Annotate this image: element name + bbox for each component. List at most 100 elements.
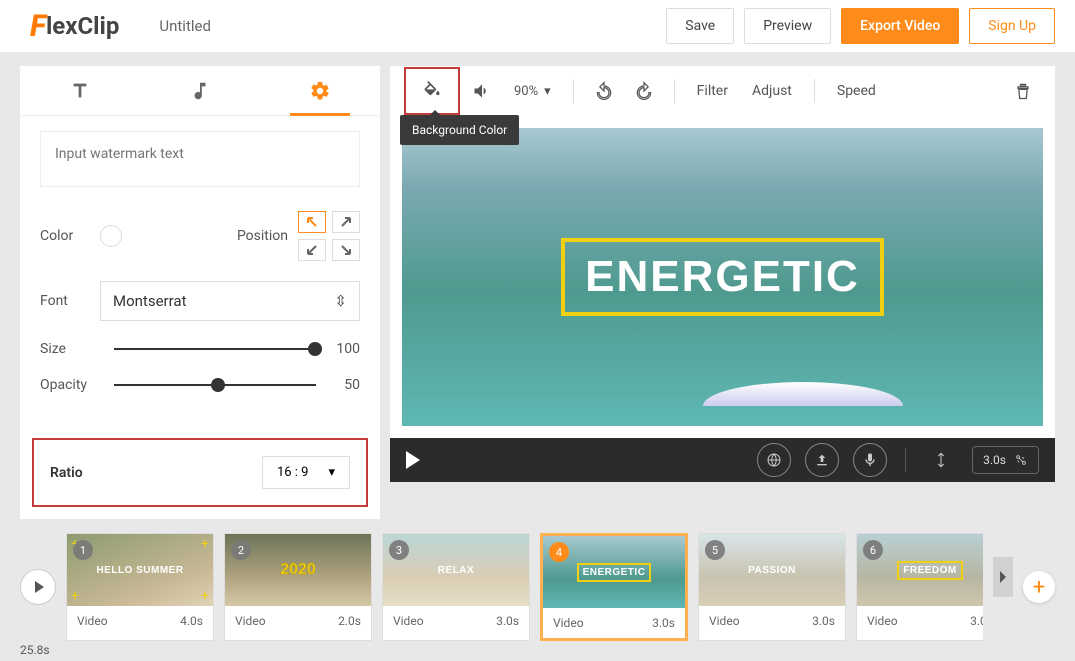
left-panel: Color Position Font Montserrat ⇳ Size 100 <box>20 66 380 519</box>
clip-type: Video <box>553 616 584 630</box>
settings-panel: Color Position Font Montserrat ⇳ Size 100 <box>20 116 380 408</box>
font-label: Font <box>40 293 100 309</box>
clips-container: 1HELLO SUMMER Video4.0s 22020 Video2.0s … <box>66 533 983 641</box>
total-duration: 25.8s <box>20 643 50 657</box>
position-bottom-left[interactable] <box>298 239 326 261</box>
tooltip: Background Color <box>400 115 519 145</box>
clip-number: 3 <box>389 540 409 560</box>
clip-type: Video <box>709 614 740 628</box>
clip-duration: 4.0s <box>180 614 203 628</box>
add-clip-button[interactable]: + <box>1023 571 1055 603</box>
position-top-right[interactable] <box>332 211 360 233</box>
preview-button[interactable]: Preview <box>744 8 831 44</box>
tab-bar <box>20 66 380 116</box>
play-button[interactable] <box>406 451 420 469</box>
redo-button[interactable] <box>626 73 662 109</box>
clip-number: 4 <box>549 542 569 562</box>
clip-3[interactable]: 3 RELAX Video 3.0s <box>382 533 530 641</box>
ratio-label: Ratio <box>50 465 83 481</box>
text-overlay[interactable]: ENERGETIC <box>561 238 884 316</box>
duration-value: 3.0s <box>983 453 1006 467</box>
color-label: Color <box>40 228 100 244</box>
clips-next-button[interactable] <box>993 557 1013 597</box>
clip-duration: 3.0s <box>496 614 519 628</box>
clip-duration: 2.0s <box>338 614 361 628</box>
export-button[interactable]: Export Video <box>841 8 959 44</box>
caret-down-icon: ▾ <box>544 84 551 99</box>
divider <box>674 79 675 103</box>
position-label: Position <box>237 228 288 244</box>
clip-2[interactable]: 2 2020 Video 2.0s <box>224 533 372 641</box>
project-title[interactable]: Untitled <box>159 17 211 35</box>
web-icon[interactable] <box>757 443 791 477</box>
clip-number: 2 <box>231 540 251 560</box>
clip-type: Video <box>393 614 424 628</box>
clip-5[interactable]: 5 PASSION Video 3.0s <box>698 533 846 641</box>
size-value: 100 <box>330 341 360 357</box>
tab-music[interactable] <box>140 66 260 115</box>
adjust-button[interactable]: Adjust <box>742 83 802 99</box>
font-select[interactable]: Montserrat ⇳ <box>100 281 360 321</box>
select-caret-icon: ⇳ <box>334 292 347 310</box>
position-bottom-right[interactable] <box>332 239 360 261</box>
ratio-section: Ratio 16 : 9 ▾ <box>32 438 368 507</box>
header-actions: Save Preview Export Video Sign Up <box>666 8 1055 44</box>
clip-duration: 3.0s <box>652 616 675 630</box>
clip-4[interactable]: 4 ENERGETIC Video 3.0s <box>540 533 688 641</box>
opacity-slider[interactable] <box>114 384 316 386</box>
tab-settings[interactable] <box>260 66 380 115</box>
undo-button[interactable] <box>586 73 622 109</box>
duration-button[interactable]: 3.0s <box>972 446 1039 474</box>
clip-duration: 3.0s <box>812 614 835 628</box>
split-icon[interactable] <box>924 443 958 477</box>
clip-title: PASSION <box>748 565 796 576</box>
clip-type: Video <box>235 614 266 628</box>
zoom-value: 90% <box>514 84 538 99</box>
clip-number: 5 <box>705 540 725 560</box>
clip-title: HELLO SUMMER <box>96 565 183 576</box>
clip-type: Video <box>77 614 108 628</box>
caret-down-icon: ▾ <box>328 465 335 480</box>
clip-number: 6 <box>863 540 883 560</box>
canvas[interactable]: ENERGETIC <box>402 128 1043 426</box>
speed-button[interactable]: Speed <box>827 83 886 99</box>
size-slider[interactable] <box>114 348 316 350</box>
save-button[interactable]: Save <box>666 8 734 44</box>
watermark-input[interactable] <box>40 131 360 187</box>
delete-button[interactable] <box>1005 73 1041 109</box>
ratio-select[interactable]: 16 : 9 ▾ <box>262 456 350 489</box>
zoom-select[interactable]: 90% ▾ <box>514 84 551 99</box>
header: FlexClip Untitled Save Preview Export Vi… <box>0 0 1075 52</box>
ratio-value: 16 : 9 <box>277 465 309 480</box>
divider <box>814 79 815 103</box>
clip-type: Video <box>867 614 898 628</box>
clip-title: 2020 <box>280 561 316 579</box>
clip-title: ENERGETIC <box>577 563 652 582</box>
mic-icon[interactable] <box>853 443 887 477</box>
timeline: 25.8s 1HELLO SUMMER Video4.0s 22020 Vide… <box>0 519 1075 651</box>
signup-button[interactable]: Sign Up <box>969 8 1055 44</box>
right-panel: Background Color 90% ▾ Filter Adjust Spee… <box>390 66 1055 519</box>
position-top-left[interactable] <box>298 211 326 233</box>
play-all-button[interactable] <box>20 569 56 605</box>
clip-title: RELAX <box>438 565 474 576</box>
canvas-text: ENERGETIC <box>585 252 860 302</box>
clip-title: FREEDOM <box>897 561 963 580</box>
color-swatch[interactable] <box>100 225 122 247</box>
filter-button[interactable]: Filter <box>687 83 738 99</box>
logo[interactable]: FlexClip <box>30 9 119 44</box>
clip-6[interactable]: 6FREEDOM Video3.0s <box>856 533 983 641</box>
position-grid <box>298 211 360 261</box>
background-color-button[interactable]: Background Color <box>404 67 460 115</box>
opacity-value: 50 <box>330 377 360 393</box>
divider <box>573 79 574 103</box>
upload-icon[interactable] <box>805 443 839 477</box>
clip-1[interactable]: 1HELLO SUMMER Video4.0s <box>66 533 214 641</box>
canvas-toolbar: Background Color 90% ▾ Filter Adjust Spee… <box>390 66 1055 116</box>
opacity-label: Opacity <box>40 377 100 393</box>
tab-text[interactable] <box>20 66 140 115</box>
volume-button[interactable] <box>464 73 500 109</box>
size-label: Size <box>40 341 100 357</box>
font-value: Montserrat <box>113 292 186 310</box>
header-left: FlexClip Untitled <box>30 9 211 44</box>
